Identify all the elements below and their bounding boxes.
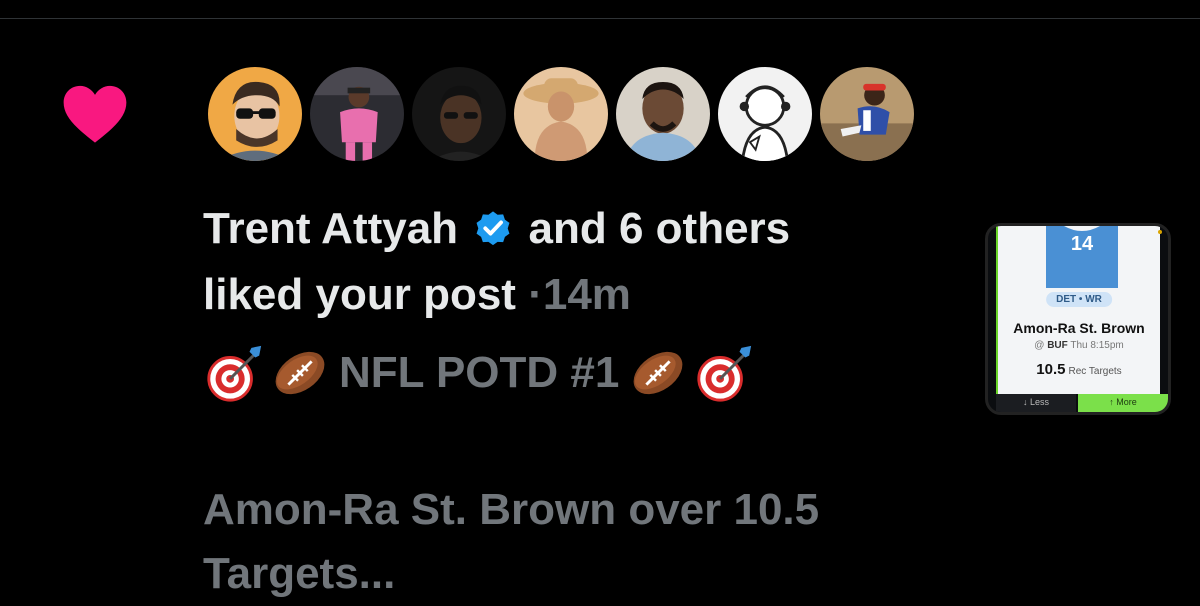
avatar-5[interactable] [613, 64, 713, 164]
avatar-3[interactable] [409, 64, 509, 164]
prop-card: 14 DET • WR Amon-Ra St. Brown @ BUF Thu … [996, 226, 1160, 394]
position-badge: DET • WR [1046, 292, 1112, 307]
notification-headline: Trent Attyah and 6 others liked your pos… [203, 196, 963, 328]
avatar-trent-attyah[interactable] [205, 64, 305, 164]
opponent: BUF [1047, 340, 1068, 351]
jersey-icon: 14 [1046, 226, 1118, 288]
american-football-icon [627, 342, 689, 404]
post-title: NFL POTD #1 [339, 348, 620, 397]
avatar-4[interactable] [511, 64, 611, 164]
post-title-line: NFL POTD #1 [203, 340, 755, 406]
card-matchup: @ BUF Thu 8:15pm [998, 340, 1160, 351]
more-button: ↑ More [1078, 394, 1168, 412]
heart-icon [62, 84, 128, 144]
avatar-7[interactable] [817, 64, 917, 164]
card-dot [1158, 230, 1162, 234]
matchup-prefix: @ [1034, 340, 1045, 351]
american-football-icon [269, 342, 331, 404]
direct-hit-icon [203, 342, 265, 404]
action-text: liked your post [203, 270, 516, 319]
jersey-number: 14 [1071, 233, 1094, 255]
avatar-6[interactable] [715, 64, 815, 164]
timestamp: 14m [542, 270, 631, 319]
less-button: ↓ Less [996, 394, 1076, 412]
stat-label: Rec Targets [1068, 366, 1122, 377]
post-media-thumbnail[interactable]: 14 DET • WR Amon-Ra St. Brown @ BUF Thu … [985, 223, 1171, 415]
direct-hit-icon [693, 342, 755, 404]
card-player-name: Amon-Ra St. Brown [1013, 320, 1145, 336]
game-time: Thu 8:15pm [1070, 340, 1124, 351]
line-value: 10.5 [1036, 361, 1066, 378]
avatar-2[interactable] [307, 64, 407, 164]
card-line: 10.5 Rec Targets [998, 361, 1160, 378]
liker-name[interactable]: Trent Attyah [203, 204, 458, 253]
others-count: and 6 others [528, 204, 791, 253]
top-divider [0, 18, 1200, 19]
separator-dot: · [528, 270, 543, 319]
verified-badge-icon [472, 202, 514, 246]
